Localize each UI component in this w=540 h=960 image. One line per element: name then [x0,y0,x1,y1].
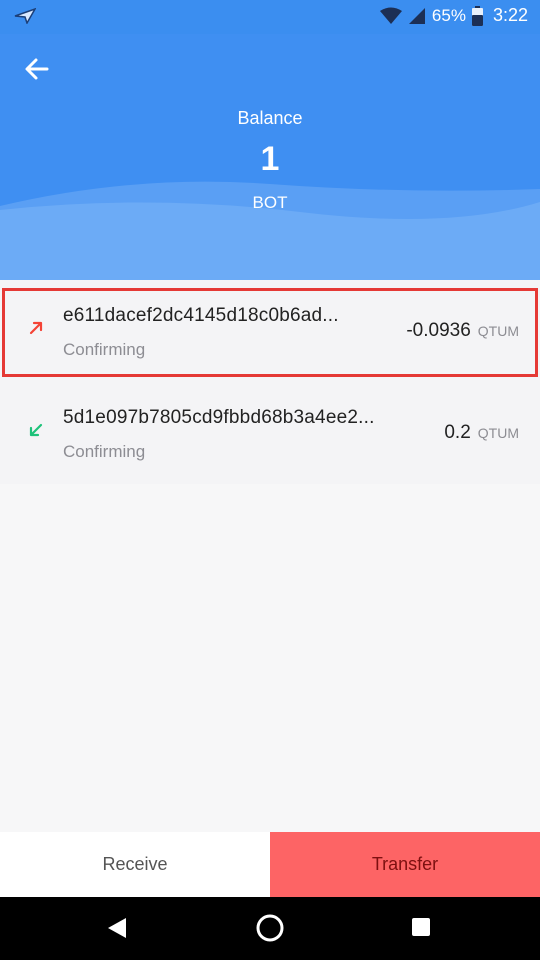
transaction-amount: 0.2 QTUM [444,422,519,444]
nav-recents-icon[interactable] [411,917,431,937]
balance-unit: BOT [252,193,288,212]
status-bar: 65% 3:22 [0,0,540,34]
transaction-amount: -0.0936 QTUM [406,320,519,342]
nav-back-icon[interactable] [106,916,128,940]
transaction-list: e611dacef2dc4145d18c0b6ad... Confirming … [0,280,540,484]
transaction-id: e611dacef2dc4145d18c0b6ad... [63,305,339,326]
back-arrow-icon[interactable] [22,54,52,84]
transaction-row[interactable]: 5d1e097b7805cd9fbbd68b3a4ee2... Confirmi… [0,382,540,484]
cell-signal-icon [408,7,425,24]
amount-value: 0.2 [444,422,471,443]
app-notification-icon [14,8,36,24]
status-clock: 3:22 [492,5,528,25]
action-bar: Receive Transfer [0,832,540,897]
transaction-row[interactable]: e611dacef2dc4145d18c0b6ad... Confirming … [0,280,540,382]
amount-value: -0.0936 [406,320,471,341]
arrow-down-left-icon [29,423,43,437]
balance-value: 1 [260,140,280,178]
balance-header: Balance 1 BOT [0,34,540,280]
amount-currency: QTUM [477,323,519,339]
balance-label: Balance [237,108,303,128]
transaction-id: 5d1e097b7805cd9fbbd68b3a4ee2... [63,407,375,428]
transfer-button[interactable]: Transfer [270,832,540,897]
amount-currency: QTUM [477,425,519,441]
battery-percent: 65% [431,5,466,25]
transaction-status: Confirming [63,442,146,461]
transaction-status: Confirming [63,340,146,359]
receive-button[interactable]: Receive [0,832,270,897]
arrow-up-right-icon [29,321,43,335]
system-nav-bar [0,897,540,960]
battery-icon [471,5,483,26]
nav-home-icon[interactable] [255,913,285,943]
wifi-icon [379,7,402,24]
